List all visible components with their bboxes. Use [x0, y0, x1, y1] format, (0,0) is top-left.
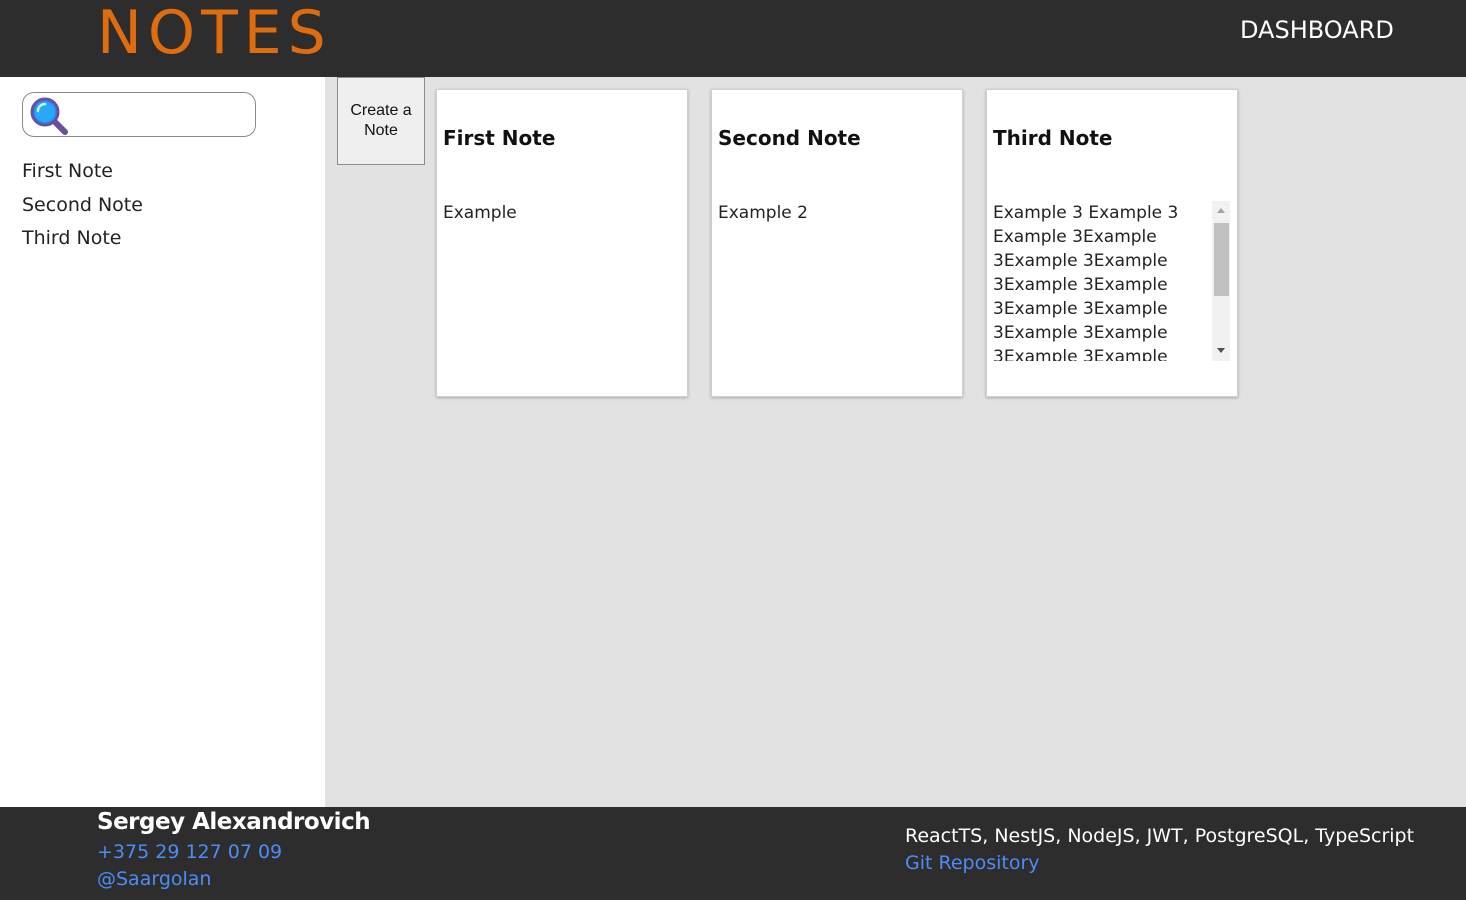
create-note-button[interactable]: Create a Note: [337, 77, 425, 165]
git-repository-link[interactable]: Git Repository: [905, 852, 1040, 874]
note-card-body: Example 3 Example 3 Example 3Example 3Ex…: [993, 203, 1179, 361]
scroll-up-arrow-icon[interactable]: [1217, 208, 1225, 213]
author-name: Sergey Alexandrovich: [97, 809, 371, 835]
note-card-title: First Note: [443, 126, 556, 150]
search-icon: [30, 97, 68, 135]
scroll-down-arrow-icon[interactable]: [1217, 348, 1225, 353]
note-card-second[interactable]: Second Note Example 2: [711, 89, 963, 397]
note-scrollbar[interactable]: [1212, 201, 1230, 361]
sidebar: First Note Second Note Third Note: [0, 77, 325, 807]
scroll-thumb[interactable]: [1214, 223, 1229, 296]
note-card-first[interactable]: First Note Example: [436, 89, 688, 397]
note-list: First Note Second Note Third Note: [22, 157, 143, 258]
footer: Sergey Alexandrovich +375 29 127 07 09 @…: [0, 807, 1466, 900]
note-card-third[interactable]: Third Note Example 3 Example 3 Example 3…: [986, 89, 1238, 397]
note-card-body: Example: [443, 203, 517, 223]
note-card-title: Second Note: [718, 126, 861, 150]
note-card-title: Third Note: [993, 126, 1113, 150]
search-input[interactable]: [73, 101, 249, 129]
phone-link[interactable]: +375 29 127 07 09: [97, 841, 282, 863]
app-logo: NOTES: [97, 0, 332, 68]
handle-link[interactable]: @Saargolan: [97, 868, 211, 890]
tech-stack: ReactTS, NestJS, NodeJS, JWT, PostgreSQL…: [905, 825, 1415, 847]
sidebar-item-third-note[interactable]: Third Note: [22, 224, 143, 258]
header-bar: NOTES DASHBOARD: [0, 0, 1466, 77]
dashboard-link[interactable]: DASHBOARD: [1240, 16, 1394, 44]
search-box[interactable]: [22, 92, 256, 137]
sidebar-item-first-note[interactable]: First Note: [22, 157, 143, 191]
note-card-body: Example 2: [718, 203, 808, 223]
sidebar-item-second-note[interactable]: Second Note: [22, 191, 143, 225]
